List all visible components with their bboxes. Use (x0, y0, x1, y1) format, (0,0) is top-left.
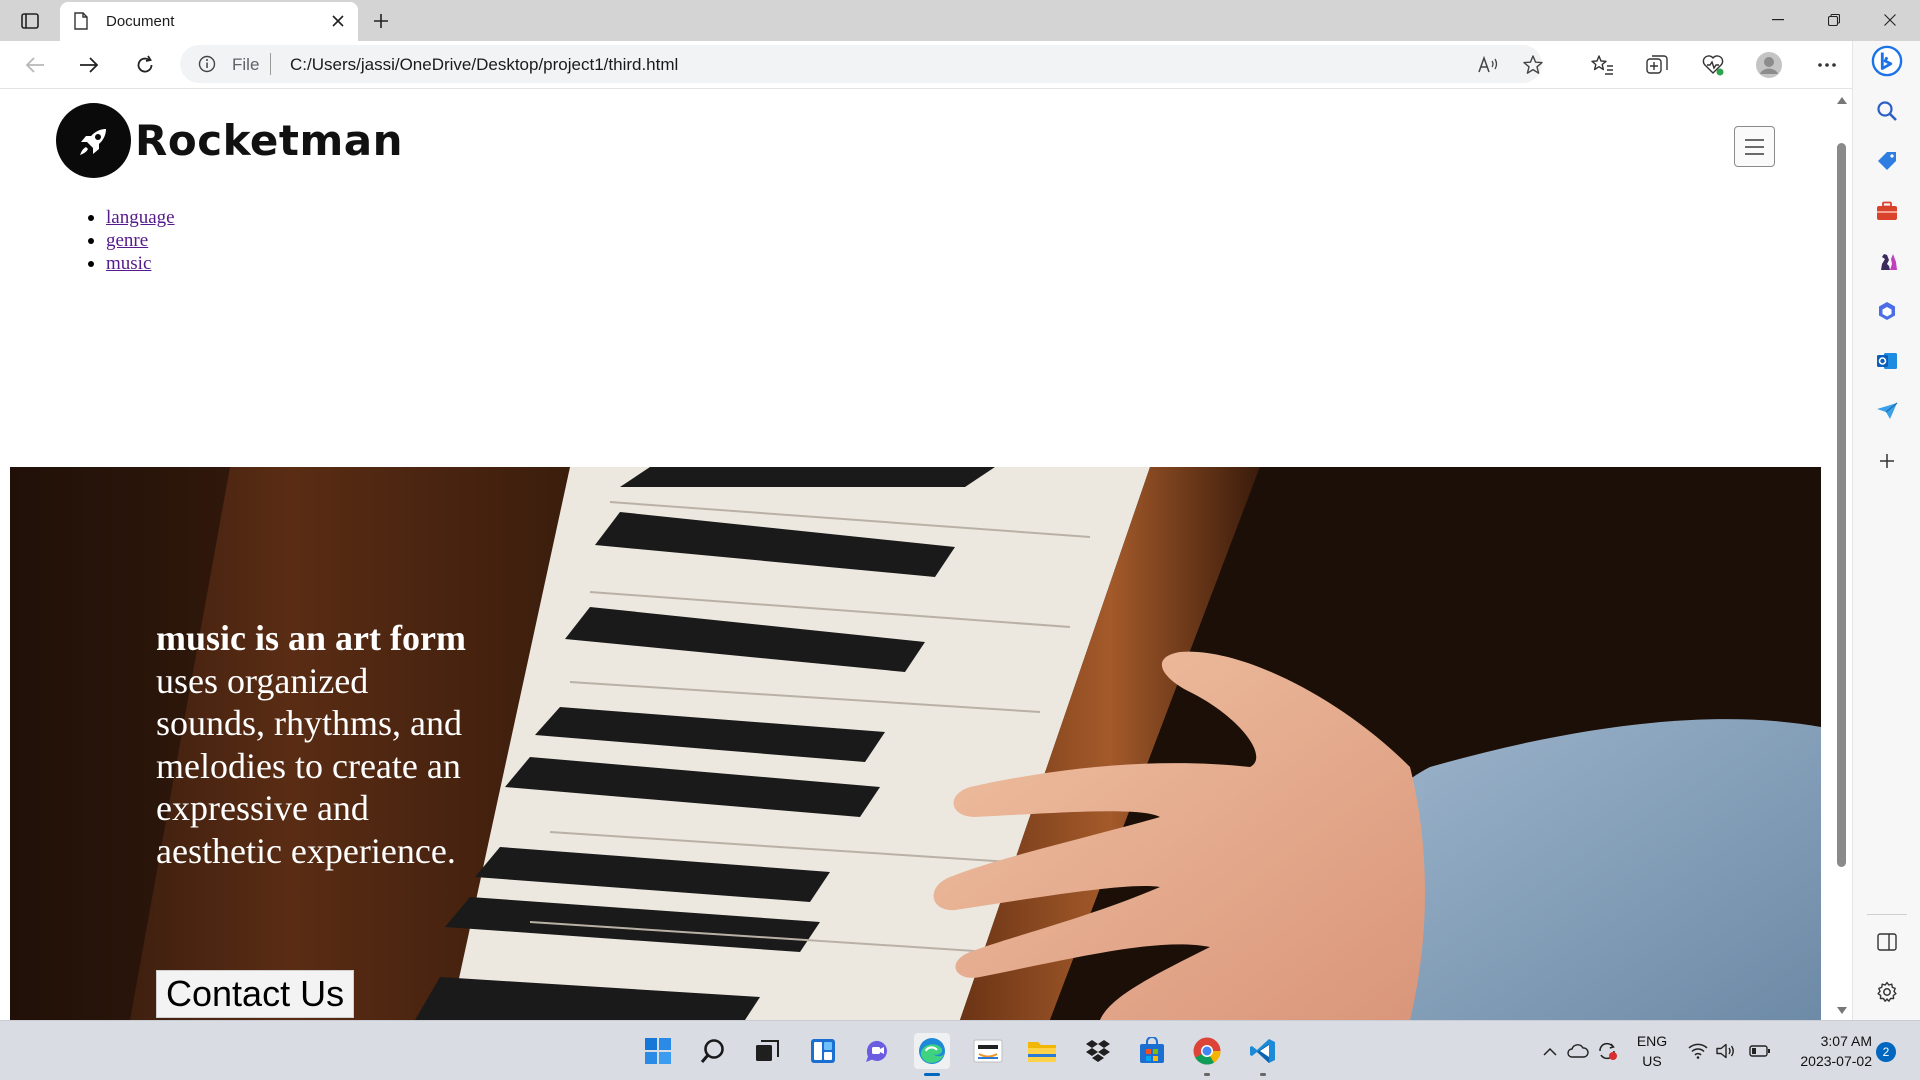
vscode-icon[interactable] (1245, 1033, 1281, 1076)
edge-browser-icon[interactable] (914, 1033, 950, 1076)
page-scrollbar[interactable] (1832, 90, 1852, 1020)
language-region: US (1642, 1053, 1662, 1069)
widgets-icon[interactable] (805, 1033, 841, 1069)
tab-title: Document (106, 13, 175, 30)
hamburger-line (1745, 152, 1764, 155)
send-plane-icon[interactable] (1871, 395, 1903, 427)
language-code: ENG (1636, 1033, 1668, 1049)
address-bar[interactable]: File C:/Users/jassi/OneDrive/Desktop/pro… (180, 45, 1543, 83)
close-tab-icon[interactable] (328, 11, 348, 31)
refresh-button[interactable] (128, 49, 162, 81)
more-options-icon[interactable] (1811, 49, 1843, 81)
address-separator (270, 53, 271, 75)
scroll-down-icon[interactable] (1836, 1004, 1848, 1016)
file-explorer-icon[interactable] (1024, 1033, 1060, 1069)
amazon-icon[interactable] (970, 1033, 1006, 1069)
running-indicator (924, 1073, 940, 1076)
task-view-icon[interactable] (749, 1033, 785, 1069)
profile-avatar-icon[interactable] (1753, 49, 1785, 81)
restore-button[interactable] (1806, 0, 1862, 40)
scroll-thumb[interactable] (1837, 143, 1846, 867)
hero-headline-bold: music is an art form (156, 618, 466, 658)
tools-briefcase-icon[interactable] (1871, 195, 1903, 227)
input-language-indicator[interactable]: ENG US (1636, 1031, 1668, 1071)
windows-taskbar: ENG US 3:07 AM 2023-07-02 2 (0, 1020, 1920, 1080)
nav-links: language genre music (88, 206, 175, 275)
close-window-button[interactable] (1862, 0, 1918, 40)
hamburger-line (1745, 138, 1764, 141)
minimize-button[interactable] (1750, 0, 1806, 40)
page-viewport: Rocketman language genre music music is … (0, 90, 1832, 1020)
search-icon[interactable] (1871, 95, 1903, 127)
address-scheme-label: File (232, 55, 260, 74)
hero-headline-rest: uses organized sounds, rhythms, and melo… (156, 660, 462, 871)
back-button[interactable] (18, 49, 52, 81)
battery-icon[interactable] (1748, 1033, 1772, 1069)
clock-time: 3:07 AM (1820, 1033, 1872, 1049)
sidebar-divider (1867, 914, 1907, 915)
onedrive-cloud-icon[interactable] (1566, 1033, 1590, 1069)
dropbox-icon[interactable] (1080, 1033, 1116, 1069)
browser-title-bar: Document (0, 0, 1920, 41)
notification-badge[interactable]: 2 (1876, 1042, 1896, 1062)
hero-section: music is an art form uses organized soun… (10, 467, 1821, 1020)
site-info-icon[interactable] (198, 55, 216, 78)
sidebar-settings-gear-icon[interactable] (1871, 976, 1903, 1008)
running-indicator (1260, 1073, 1266, 1076)
nav-item-music: music (88, 252, 175, 275)
games-chess-icon[interactable] (1871, 245, 1903, 277)
add-sidebar-app-icon[interactable] (1871, 445, 1903, 477)
teams-chat-icon[interactable] (859, 1033, 895, 1069)
browser-essentials-icon[interactable] (1697, 49, 1729, 81)
show-hidden-icons-chevron-icon[interactable] (1539, 1033, 1561, 1069)
tab-actions-icon[interactable] (14, 8, 46, 34)
favorites-icon[interactable] (1586, 49, 1618, 81)
contact-us-button[interactable]: Contact Us (156, 970, 355, 1018)
read-aloud-icon[interactable] (1475, 52, 1501, 78)
taskbar-search-icon[interactable] (695, 1033, 731, 1069)
nav-item-language: language (88, 206, 175, 229)
sync-alert-icon[interactable] (1596, 1033, 1620, 1069)
nav-link-music[interactable]: music (106, 253, 151, 274)
rocket-icon (56, 103, 131, 178)
menu-toggle-button[interactable] (1734, 126, 1775, 167)
taskbar-clock[interactable]: 3:07 AM 2023-07-02 (1782, 1031, 1872, 1071)
start-windows-icon[interactable] (640, 1033, 676, 1069)
brand-name: Rocketman (135, 116, 403, 165)
active-tab[interactable]: Document (60, 2, 358, 41)
nav-item-genre: genre (88, 229, 175, 252)
url-text[interactable]: C:/Users/jassi/OneDrive/Desktop/project1… (290, 55, 678, 75)
hamburger-line (1745, 145, 1764, 148)
shopping-tag-icon[interactable] (1871, 145, 1903, 177)
browser-toolbar: File C:/Users/jassi/OneDrive/Desktop/pro… (0, 41, 1920, 89)
wifi-icon[interactable] (1686, 1033, 1710, 1069)
clock-date: 2023-07-02 (1800, 1053, 1872, 1069)
nav-link-language[interactable]: language (106, 207, 175, 228)
outlook-icon[interactable] (1871, 345, 1903, 377)
edge-sidebar (1852, 41, 1920, 1020)
microsoft-store-icon[interactable] (1134, 1033, 1170, 1069)
new-tab-button[interactable] (368, 8, 394, 34)
chrome-icon[interactable] (1189, 1033, 1225, 1076)
volume-icon[interactable] (1714, 1033, 1738, 1069)
hide-sidebar-icon[interactable] (1871, 926, 1903, 958)
hero-paragraph: music is an art form uses organized soun… (156, 617, 476, 872)
running-indicator (1204, 1073, 1210, 1076)
forward-button[interactable] (72, 49, 106, 81)
nav-link-genre[interactable]: genre (106, 230, 148, 251)
scroll-up-icon[interactable] (1836, 94, 1848, 106)
collections-icon[interactable] (1641, 49, 1673, 81)
microsoft-365-icon[interactable] (1871, 295, 1903, 327)
site-logo[interactable]: Rocketman (56, 103, 403, 178)
bing-chat-icon[interactable] (1871, 45, 1903, 77)
favorite-star-icon[interactable] (1520, 52, 1546, 78)
page-icon (74, 12, 88, 35)
